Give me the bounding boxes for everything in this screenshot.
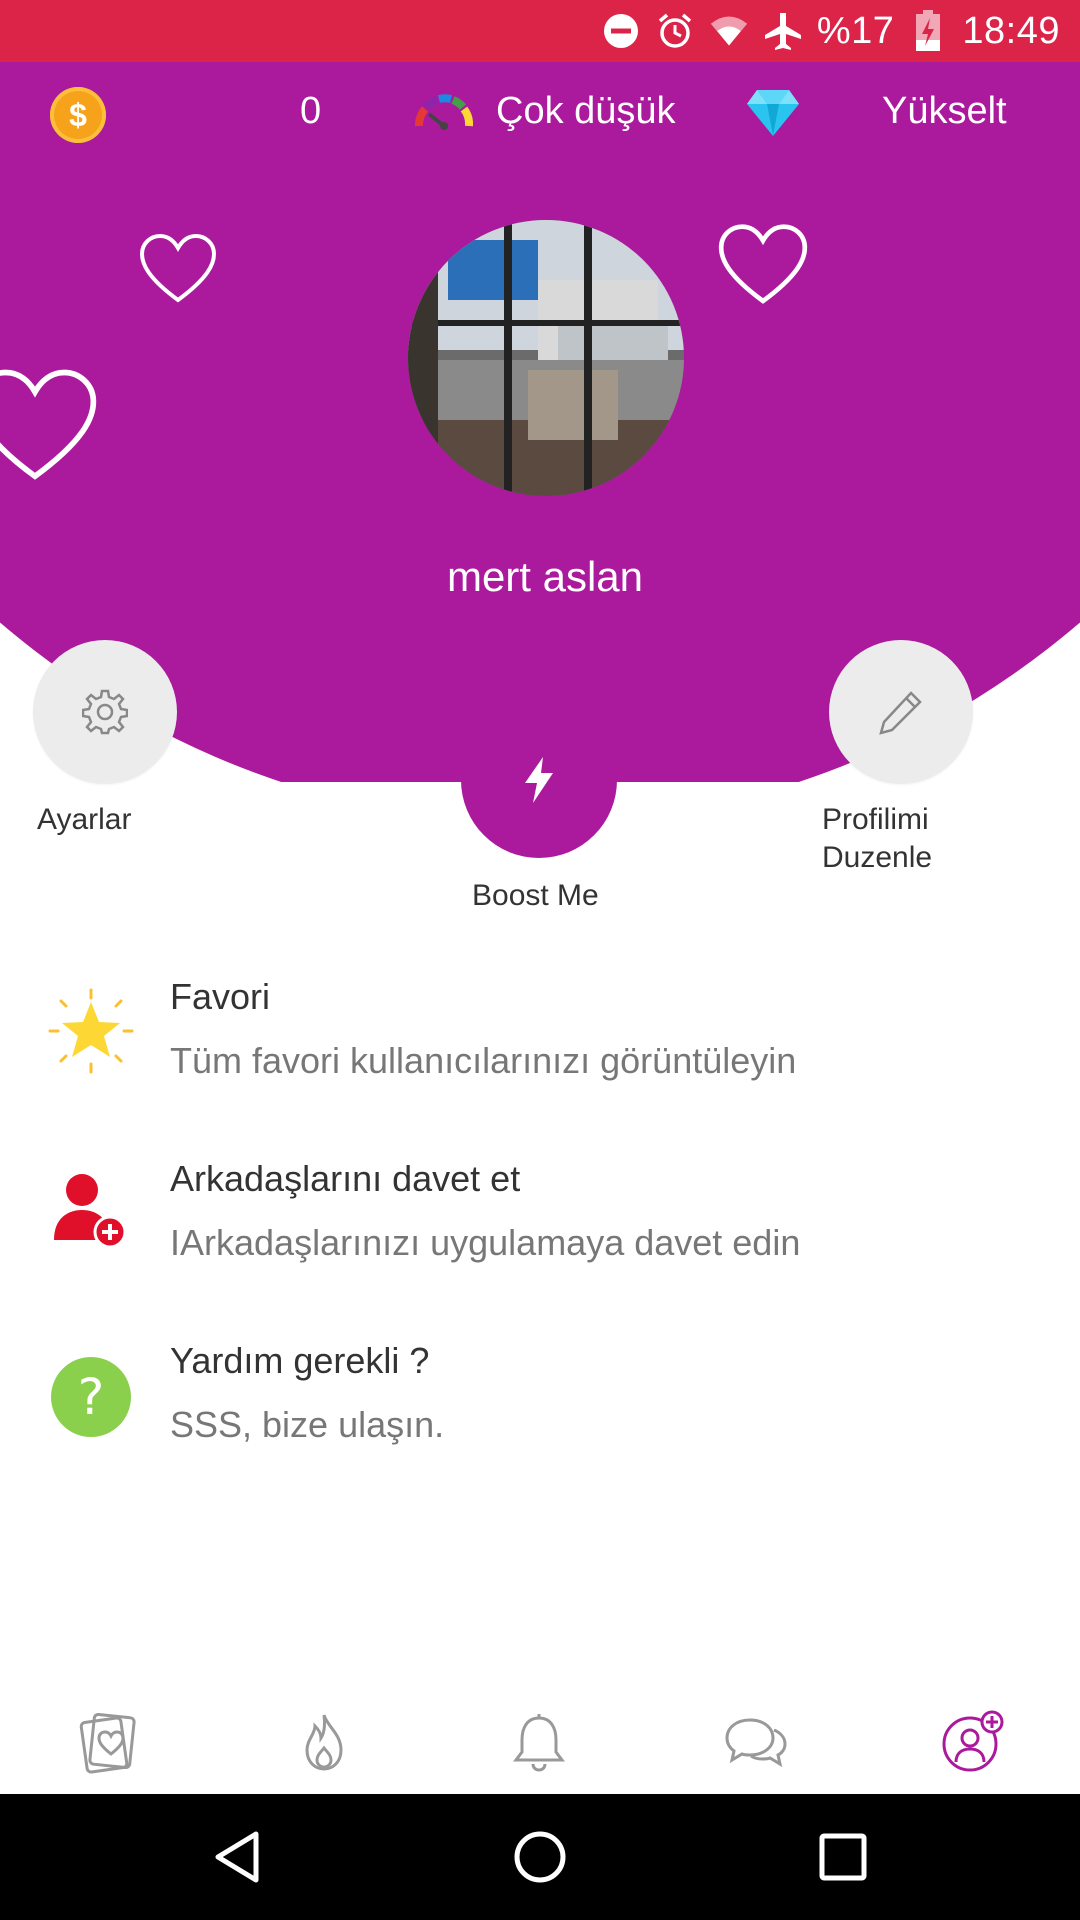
settings-label: Ayarlar [37,803,132,836]
tab-discover[interactable] [284,1702,364,1782]
edit-profile-label: Profilimi Duzenle [822,803,933,874]
profile-add-icon [942,1710,1004,1772]
wifi-icon [709,11,749,51]
heart-decoration-icon [139,233,217,303]
list-item-subtitle: IArkadaşlarınızı uygulamaya davet edin [170,1222,801,1263]
list-item-invite[interactable]: Arkadaşlarını davet et IArkadaşlarınızı … [0,1158,1080,1318]
gauge-icon [415,94,473,130]
upgrade-button[interactable]: Yükselt [882,90,1007,133]
username: mert aslan [446,553,644,600]
cards-heart-icon [79,1712,136,1774]
help-icon: ? [48,1354,134,1440]
boost-button[interactable] [461,702,617,858]
list-item-subtitle: SSS, bize ulaşın. [170,1404,445,1445]
top-bar: $ 0 Çok düşük Yükselt [0,62,1080,167]
svg-text:?: ? [78,1368,105,1426]
list-item-title: Arkadaşlarını davet et [170,1158,521,1199]
recents-button[interactable] [810,1824,876,1890]
home-button[interactable] [507,1824,573,1890]
battery-percent: %17 [816,9,895,52]
system-nav-bar [0,1794,1080,1920]
battery-charging-icon [908,10,948,51]
list-item-title: Yardım gerekli ? [170,1340,430,1381]
gear-icon [82,689,128,735]
back-icon [215,1831,259,1883]
do-not-disturb-icon [601,11,641,51]
tab-notifications[interactable] [499,1702,579,1782]
lightning-icon [525,757,553,803]
pencil-icon [879,691,922,735]
popularity-level[interactable]: Çok düşük [496,90,676,133]
chat-icon [725,1718,787,1768]
heart-decoration-icon [0,369,97,480]
coin-count[interactable]: 0 [300,90,321,133]
alarm-icon [655,11,695,51]
star-icon [48,988,134,1074]
bell-icon [513,1714,565,1772]
tab-cards[interactable] [68,1702,148,1782]
list-item-title: Favori [170,976,271,1017]
coin-icon[interactable]: $ [50,87,106,143]
edit-profile-button[interactable] [829,640,973,784]
avatar[interactable] [408,220,684,496]
list-item-help[interactable]: ? Yardım gerekli ? SSS, bize ulaşın. [0,1340,1080,1500]
flame-icon [305,1714,343,1771]
settings-button[interactable] [33,640,177,784]
diamond-icon[interactable] [745,84,801,140]
back-button[interactable] [204,1824,270,1890]
airplane-icon [763,11,803,51]
list-item-subtitle: Tüm favori kullanıcılarınızı görüntüleyi… [170,1040,797,1081]
list-item-favorites[interactable]: Favori Tüm favori kullanıcılarınızı görü… [0,976,1080,1136]
boost-label: Boost Me [472,879,599,912]
tab-profile[interactable] [932,1702,1012,1782]
bottom-tab-bar [0,1690,1080,1794]
home-icon [514,1831,566,1883]
status-bar: %17 18:49 [0,0,1080,62]
tab-messages[interactable] [716,1702,796,1782]
add-user-icon [48,1168,134,1254]
heart-decoration-icon [718,224,808,304]
recents-icon [819,1833,867,1881]
clock: 18:49 [962,9,1060,52]
